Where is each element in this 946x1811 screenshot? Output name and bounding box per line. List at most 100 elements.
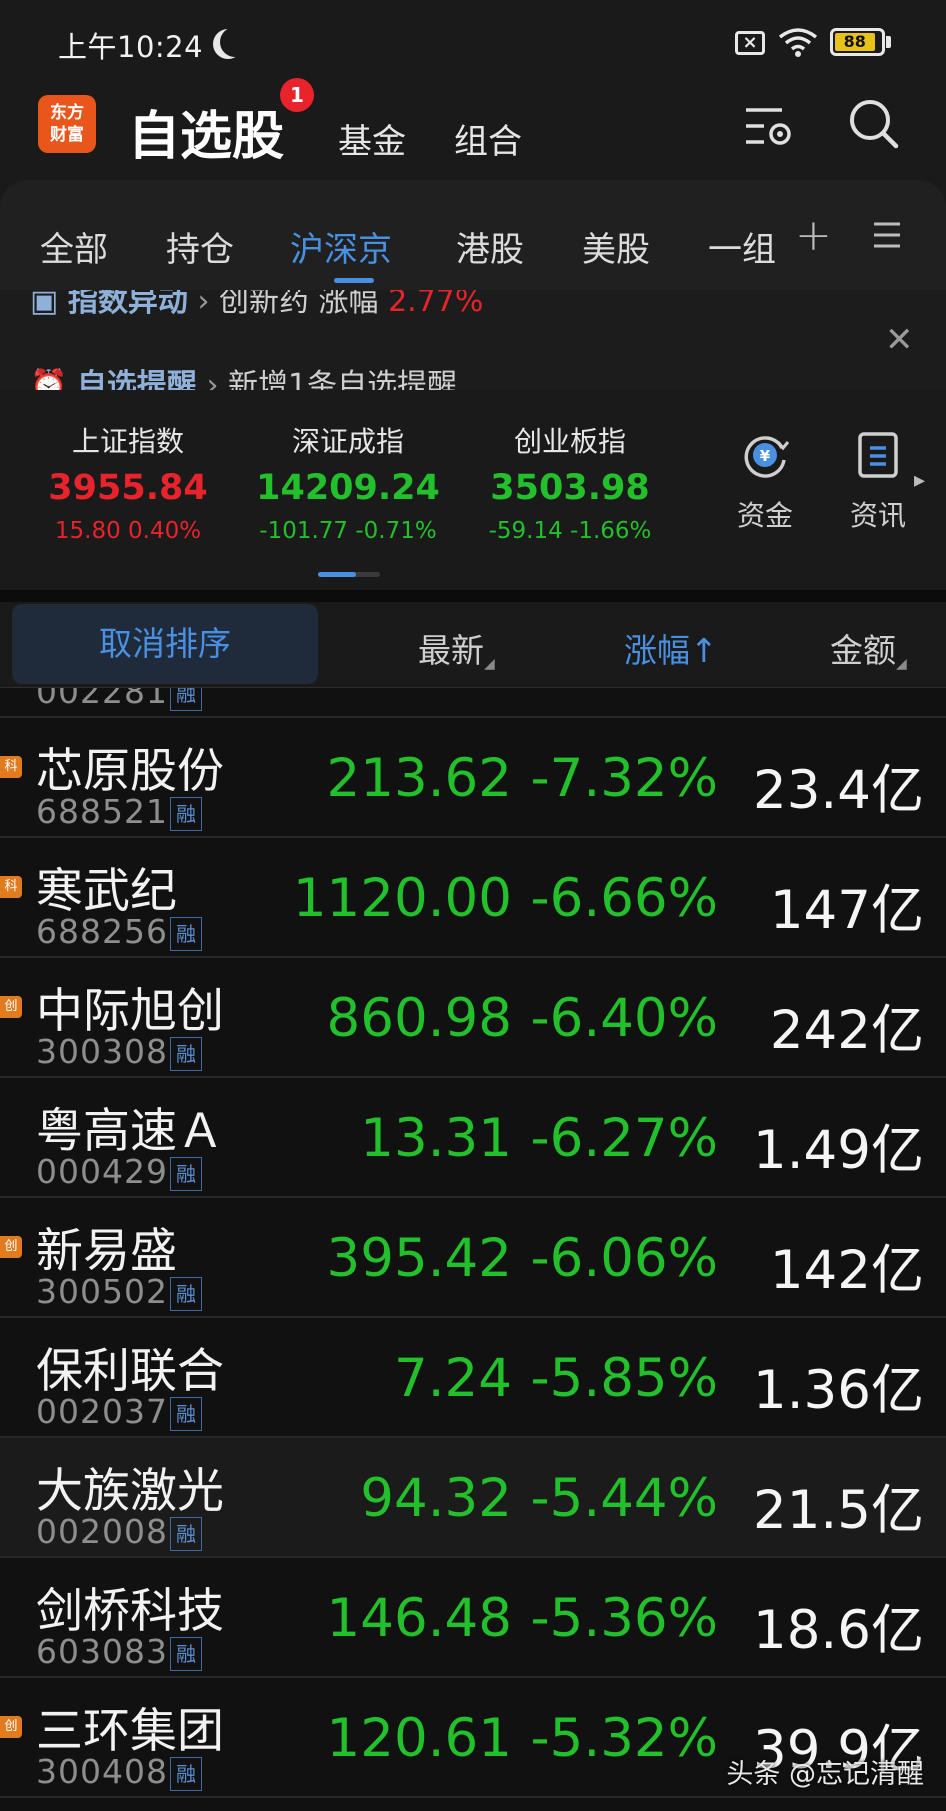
nav-fund[interactable]: 基金 <box>338 114 406 163</box>
index-chinext[interactable]: 创业板指 3503.98 -59.14 -1.66% <box>470 420 670 544</box>
market-tabs: 全部 持仓 沪深京 港股 美股 一组 + <box>0 180 946 290</box>
tab-hs-bj[interactable]: 沪深京 <box>290 222 392 271</box>
menu-icon[interactable] <box>872 220 902 250</box>
stock-name: 新易盛 <box>36 1224 177 1279</box>
stock-code: 603083 融 <box>36 1632 202 1671</box>
watermark: 头条 @忘记清醒 <box>726 1759 924 1790</box>
stock-row[interactable]: 创 新易盛 300502 融 395.42 -6.06% 142亿 <box>0 1198 946 1318</box>
index-change: -101.77 -0.71% <box>259 518 437 544</box>
close-icon[interactable]: ✕ <box>885 320 914 360</box>
stock-change-pct: -5.44% <box>530 1468 719 1529</box>
margin-badge: 融 <box>169 1157 202 1191</box>
margin-badge: 融 <box>169 1397 202 1431</box>
index-value: 3955.84 <box>48 468 208 508</box>
stock-amount: 18.6亿 <box>752 1600 924 1661</box>
bell-icon: ⏰ <box>30 368 77 390</box>
logo-line1: 东方 <box>50 103 84 123</box>
sort-amount[interactable]: 金额◢ <box>830 624 907 672</box>
index-name: 深证成指 <box>291 425 404 458</box>
stock-name: 中际旭创 <box>36 984 224 1039</box>
sort-change-pct[interactable]: 涨幅↑ <box>624 624 718 672</box>
cancel-sort-button[interactable]: 取消排序 <box>12 604 318 684</box>
stock-row-highlighted[interactable]: 大族激光 002008 融 94.32 -5.44% 21.5亿 <box>0 1438 946 1558</box>
sort-header: 取消排序 最新◢ 涨幅↑ 金额◢ <box>0 602 946 688</box>
stock-price: 213.62 <box>326 748 512 809</box>
tab-holdings[interactable]: 持仓 <box>166 222 234 271</box>
stock-price: 13.31 <box>360 1108 512 1169</box>
stock-row[interactable]: 科 寒武纪 688256 融 1120.00 -6.66% 147亿 <box>0 838 946 958</box>
stock-change-pct: -5.32% <box>530 1708 719 1769</box>
margin-badge: 融 <box>169 1037 202 1071</box>
stock-code: 300308 融 <box>36 1032 202 1071</box>
stock-row[interactable]: 创 中际旭创 300308 融 860.98 -6.40% 242亿 <box>0 958 946 1078</box>
index-shenzhen[interactable]: 深证成指 14209.24 -101.77 -0.71% <box>248 420 448 544</box>
index-change: -59.14 -1.66% <box>488 518 652 544</box>
stock-price: 94.32 <box>360 1468 512 1529</box>
stock-price: 120.61 <box>326 1708 512 1769</box>
news-button[interactable]: 资讯 <box>833 430 923 534</box>
margin-badge: 融 <box>169 1757 202 1791</box>
stock-list: 002281 融 科 芯原股份 688521 融 213.62 -7.32% 23.… <box>0 688 946 1811</box>
page-title[interactable]: 自选股 <box>128 94 284 169</box>
fund-flow-button[interactable]: ¥ 资金 <box>720 430 810 534</box>
col-amount-label: 金额 <box>830 631 896 670</box>
app-logo[interactable]: 东方 财富 <box>38 95 96 153</box>
battery-level: 88 <box>835 33 875 51</box>
chinext-tag: 创 <box>0 996 22 1018</box>
stock-change-pct: -6.66% <box>530 868 719 929</box>
stock-code: 688521 融 <box>36 792 202 831</box>
stock-amount: 23.4亿 <box>752 760 924 821</box>
stock-code: 002037 融 <box>36 1392 202 1431</box>
do-not-disturb-moon-icon <box>220 27 250 57</box>
watchlist-reminder-notice[interactable]: ⏰ 自选提醒 › 新增1条自选提醒 <box>30 360 457 390</box>
stock-row[interactable]: 剑桥科技 603083 融 146.48 -5.36% 18.6亿 <box>0 1558 946 1678</box>
notice-banner[interactable]: ▣ 指数异动 › 创新药 涨幅 2.77% ⏰ 自选提醒 › 新增1条自选提醒 … <box>0 290 946 390</box>
stock-price: 7.24 <box>393 1348 512 1409</box>
margin-badge: 融 <box>169 797 202 831</box>
stock-amount: 142亿 <box>769 1240 924 1301</box>
stock-change-pct: -5.85% <box>530 1348 719 1409</box>
stock-row[interactable]: 科 芯原股份 688521 融 213.62 -7.32% 23.4亿 <box>0 718 946 838</box>
margin-badge: 融 <box>169 1517 202 1551</box>
chinext-tag: 创 <box>0 1716 22 1738</box>
star-market-tag: 科 <box>0 756 22 778</box>
notice1-label: 指数异动 <box>67 290 188 319</box>
index-alert-notice[interactable]: ▣ 指数异动 › 创新药 涨幅 2.77% <box>30 290 483 320</box>
tab-all[interactable]: 全部 <box>40 222 108 271</box>
stock-code: 300502 融 <box>36 1272 202 1311</box>
stock-amount: 242亿 <box>769 1000 924 1061</box>
stock-price: 860.98 <box>326 988 512 1049</box>
index-change: 15.80 0.40% <box>54 518 202 544</box>
index-shanghai[interactable]: 上证指数 3955.84 15.80 0.40% <box>28 420 228 544</box>
chevron-right-icon[interactable]: ▸ <box>914 468 925 493</box>
index-bar: 上证指数 3955.84 15.80 0.40% 深证成指 14209.24 -… <box>0 390 946 590</box>
margin-badge: 融 <box>169 917 202 951</box>
yuan-circle-icon: ¥ <box>744 436 790 478</box>
settings-icon[interactable] <box>742 102 798 154</box>
stock-row[interactable]: 粤高速Ａ 000429 融 13.31 -6.27% 1.49亿 <box>0 1078 946 1198</box>
news-icon <box>858 432 898 478</box>
stock-name: 粤高速Ａ <box>36 1104 224 1159</box>
stock-row-partial[interactable]: 002281 融 <box>0 688 946 718</box>
tab-us[interactable]: 美股 <box>582 222 650 271</box>
notice1-value: 2.77% <box>388 290 484 319</box>
stock-code: 002281 融 <box>36 688 202 711</box>
add-tab-plus-icon[interactable]: + <box>795 210 832 261</box>
notice1-text: 创新药 涨幅 <box>218 290 379 319</box>
news-label: 资讯 <box>849 499 906 532</box>
search-icon[interactable] <box>846 96 902 152</box>
stock-name: 剑桥科技 <box>36 1584 224 1639</box>
index-value: 14209.24 <box>256 468 440 508</box>
sort-latest-price[interactable]: 最新◢ <box>418 624 495 672</box>
nav-portfolio[interactable]: 组合 <box>454 114 522 163</box>
index-name: 上证指数 <box>71 425 184 458</box>
stock-row[interactable]: 保利联合 002037 融 7.24 -5.85% 1.36亿 <box>0 1318 946 1438</box>
tabs-panel: 全部 持仓 沪深京 港股 美股 一组 + <box>0 180 946 290</box>
stock-code: 000429 融 <box>36 1152 202 1191</box>
stock-amount: 147亿 <box>769 880 924 941</box>
tab-hk[interactable]: 港股 <box>456 222 524 271</box>
stock-name: 大族激光 <box>36 1464 224 1519</box>
tab-group1[interactable]: 一组 <box>708 222 776 271</box>
stock-name: 寒武纪 <box>36 864 177 919</box>
margin-badge: 融 <box>169 1277 202 1311</box>
